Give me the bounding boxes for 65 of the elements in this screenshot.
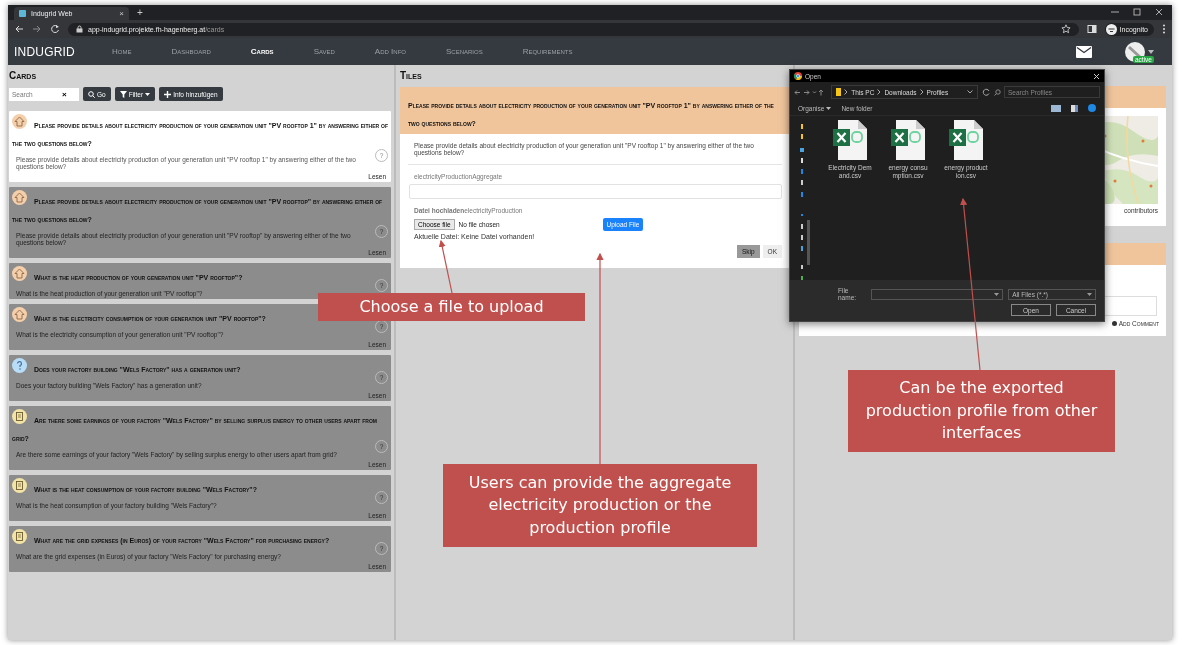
nav-link[interactable]: Requirements — [522, 47, 573, 56]
question-card[interactable] — [9, 406, 391, 470]
back-icon[interactable] — [14, 24, 24, 34]
nav-link[interactable]: Add Info — [374, 47, 406, 56]
search-icon — [88, 90, 95, 98]
close-icon[interactable] — [1154, 7, 1164, 17]
reload-icon[interactable] — [50, 24, 60, 34]
document-icon — [12, 529, 27, 544]
panel-heading: Tiles — [400, 70, 423, 81]
app-icon — [19, 10, 26, 17]
sidebar-icon[interactable] — [1086, 24, 1097, 34]
chevron-icon — [877, 89, 882, 95]
spreadsheet-file-icon — [891, 120, 925, 160]
restore-icon[interactable] — [1132, 7, 1142, 17]
lock-icon — [76, 25, 83, 33]
close-icon[interactable] — [1093, 72, 1100, 80]
browser-logo-icon — [794, 72, 802, 80]
preview-pane-icon[interactable] — [1071, 104, 1078, 112]
chevron-icon — [994, 292, 1000, 296]
filter-icon — [119, 90, 127, 98]
mail-icon[interactable] — [1076, 45, 1092, 58]
annotation-arrow — [438, 239, 453, 294]
clear-button[interactable]: × — [62, 89, 67, 99]
spreadsheet-file-icon — [949, 120, 983, 160]
question-card[interactable] — [9, 187, 391, 258]
close-tab-button[interactable]: × — [119, 9, 124, 18]
new-tab-button[interactable]: + — [137, 8, 143, 18]
chevron-icon — [967, 90, 974, 94]
document-icon — [12, 478, 27, 493]
panel-heading: Cards — [9, 70, 38, 81]
chevron-icon — [919, 89, 924, 95]
search-icon — [994, 88, 1001, 96]
house-icon — [12, 266, 27, 281]
view-icon[interactable] — [1051, 104, 1061, 112]
caret-icon — [145, 92, 151, 96]
help-icon[interactable] — [1088, 104, 1096, 112]
house-icon — [12, 114, 27, 129]
house-icon — [12, 190, 27, 205]
input-field[interactable] — [409, 184, 782, 199]
chevron-icon — [1087, 292, 1092, 296]
plus-icon — [1111, 321, 1117, 326]
kebab-menu-icon[interactable] — [1162, 24, 1166, 34]
incognito-icon — [1105, 23, 1117, 35]
nav-link[interactable]: Saved — [313, 47, 335, 56]
chevron-icon — [844, 89, 849, 95]
nav-link[interactable]: Dashboard — [171, 47, 211, 56]
refresh-icon[interactable] — [982, 88, 990, 96]
file-name-field[interactable] — [870, 288, 1004, 300]
nav-link[interactable]: Home — [111, 47, 132, 56]
question-card[interactable] — [9, 111, 391, 182]
spreadsheet-file-icon — [833, 120, 867, 160]
annotation-callout: Choose a file to upload — [318, 293, 585, 321]
house-icon — [12, 307, 27, 322]
folder-icon — [836, 88, 842, 96]
brand-logo[interactable]: INDUGRID — [14, 44, 75, 59]
caret-icon — [826, 106, 832, 110]
question-icon — [12, 358, 27, 373]
annotation-callout: Can be the exported production profile from other interfaces — [848, 370, 1115, 452]
plus-icon — [164, 90, 172, 98]
document-icon — [12, 409, 27, 424]
forward-icon[interactable] — [32, 24, 42, 34]
annotation-callout: Users can provide the aggregate electricity production or the production profile — [443, 464, 757, 547]
nav-link[interactable]: Scenarios — [446, 47, 483, 56]
star-icon[interactable] — [1060, 24, 1071, 34]
nav-link[interactable]: Cards — [250, 47, 274, 56]
